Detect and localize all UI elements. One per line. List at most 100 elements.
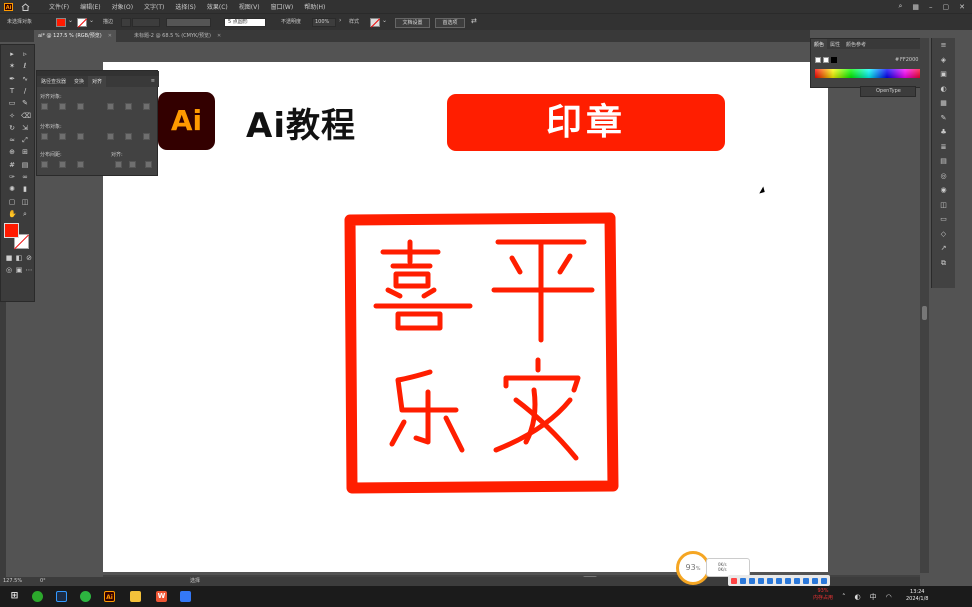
language-icon[interactable]: 中 <box>870 592 877 602</box>
tab-align[interactable]: 对齐 <box>88 76 107 87</box>
tab-properties[interactable]: 属性 <box>827 39 843 49</box>
layers-stack-icon[interactable]: ◇ <box>939 230 948 238</box>
brush-definition[interactable]: 5 点圆形 <box>224 18 266 27</box>
app-icon-ps[interactable] <box>56 591 67 602</box>
minimize-button[interactable]: – <box>929 3 933 11</box>
distribute-button-icon[interactable] <box>107 133 114 140</box>
width-tool-icon[interactable]: ≈ <box>8 137 16 144</box>
distribute-button-icon[interactable] <box>59 133 66 140</box>
menu-item[interactable]: 文件(F) <box>49 2 69 11</box>
slice-tool-icon[interactable]: ◫ <box>21 198 29 206</box>
file-explorer-icon[interactable] <box>130 591 141 602</box>
spacing-button-icon[interactable] <box>115 161 122 168</box>
line-tool-icon[interactable]: / <box>21 87 29 95</box>
vertical-scrollbar[interactable] <box>920 38 929 573</box>
close-tab-icon[interactable]: ✕ <box>217 33 221 39</box>
pen-tool-icon[interactable]: ✒ <box>8 75 16 83</box>
close-tab-icon[interactable]: ✕ <box>108 33 112 39</box>
fill-swatch[interactable] <box>56 18 66 27</box>
gradient-tool-icon[interactable]: ▤ <box>21 161 29 169</box>
graphic-styles-icon[interactable]: ◫ <box>939 201 948 209</box>
export-icon[interactable]: ↗ <box>939 245 948 252</box>
lasso-icon[interactable]: ℓ <box>21 63 29 70</box>
menu-item[interactable]: 帮助(H) <box>304 2 325 11</box>
color-mode-icon[interactable]: ■ <box>5 255 13 262</box>
spacing-button-icon[interactable] <box>77 161 84 168</box>
stroke-icon[interactable]: ≣ <box>939 143 948 151</box>
menu-item[interactable]: 视图(V) <box>239 2 260 11</box>
symbols-icon[interactable]: ♣ <box>939 129 948 136</box>
spacing-button-icon[interactable] <box>59 161 66 168</box>
windows-start-icon[interactable]: ⊞ <box>9 591 20 602</box>
gradient-mode-icon[interactable]: ◧ <box>15 255 23 262</box>
color-spectrum[interactable] <box>815 69 923 78</box>
hex-value[interactable]: FF2000 <box>900 57 918 63</box>
transparency-icon[interactable]: ◎ <box>939 172 948 180</box>
tray-icon[interactable] <box>740 577 746 584</box>
menu-item[interactable]: 选择(S) <box>175 2 196 11</box>
document-setup-button[interactable]: 文档设置 <box>395 18 430 28</box>
clock[interactable]: 13:24 2024/1/8 <box>906 589 928 603</box>
tray-icon[interactable] <box>758 577 764 584</box>
tray-icon[interactable] <box>785 577 791 584</box>
align-button-icon[interactable] <box>107 103 114 110</box>
hand-tool-icon[interactable]: ✋ <box>8 210 17 218</box>
tab-transform[interactable]: 变换 <box>70 76 88 87</box>
tray-icon[interactable] <box>776 577 782 584</box>
spacing-button-icon[interactable] <box>145 161 152 168</box>
symbol-sprayer-icon[interactable]: ✺ <box>8 186 16 193</box>
tab-pathfinder[interactable]: 路径查找器 <box>37 76 70 87</box>
brushes-icon[interactable]: ✎ <box>939 114 948 122</box>
artboard-tool-icon[interactable]: ▢ <box>8 198 16 206</box>
rotation-value[interactable]: 0° <box>40 577 46 586</box>
mesh-tool-icon[interactable]: # <box>8 161 16 169</box>
fill-color-swatch[interactable] <box>4 223 19 238</box>
spacing-button-icon[interactable] <box>41 161 48 168</box>
eyedropper-icon[interactable]: ✑ <box>8 174 16 181</box>
workspace-icon[interactable]: ▦ <box>912 3 919 11</box>
speaker-icon[interactable]: ◐ <box>855 593 861 601</box>
scale-tool-icon[interactable]: ⇲ <box>21 124 29 132</box>
opacity-label[interactable]: 不透明度 <box>281 18 301 25</box>
align-button-icon[interactable] <box>125 103 132 110</box>
chevron-up-icon[interactable]: ˄ <box>842 593 846 601</box>
tray-icon[interactable] <box>812 577 818 584</box>
opacity-field[interactable]: 100% <box>312 18 336 27</box>
align-button-icon[interactable] <box>41 103 48 110</box>
tray-icon[interactable] <box>767 577 773 584</box>
maximize-button[interactable]: ▢ <box>943 3 950 11</box>
more-tools-icon[interactable]: ⋯ <box>25 267 33 274</box>
variable-width-profile[interactable] <box>166 18 211 27</box>
swatches-icon[interactable]: ▦ <box>939 100 948 107</box>
stroke-swatch[interactable] <box>77 18 87 27</box>
column-graph-icon[interactable]: ▮ <box>21 186 29 193</box>
scroll-thumb[interactable] <box>922 306 927 320</box>
seal-artwork[interactable] <box>338 210 625 495</box>
menu-item[interactable]: 对象(O) <box>112 2 133 11</box>
tab-color[interactable]: 颜色 <box>811 39 828 49</box>
shape-builder-icon[interactable]: ⊕ <box>8 149 16 156</box>
screen-mode-icon[interactable]: ▣ <box>15 267 23 274</box>
chevron-down-icon[interactable]: ⌄ <box>382 17 387 24</box>
tray-icon[interactable] <box>803 577 809 584</box>
panel-menu-icon[interactable]: ≡ <box>147 76 159 87</box>
gradient-icon[interactable]: ▤ <box>939 158 948 165</box>
align-button-icon[interactable] <box>143 103 150 110</box>
none-swatch[interactable] <box>815 57 821 63</box>
draw-mode-icon[interactable]: ◎ <box>5 267 13 274</box>
arrange-icon[interactable]: ⇄ <box>471 17 477 25</box>
tab-document-2[interactable]: 未标题-2 @ 68.5 % (CMYK/预览) ✕ <box>130 30 225 42</box>
tab-document-1[interactable]: ai* @ 127.5 % (RGB/预览) ✕ <box>34 30 116 42</box>
stroke-weight-stepper[interactable] <box>121 18 131 27</box>
zoom-level[interactable]: 127.5% <box>3 577 22 586</box>
tray-icon[interactable] <box>794 577 800 584</box>
distribute-button-icon[interactable] <box>41 133 48 140</box>
rectangle-tool-icon[interactable]: ▭ <box>8 100 16 107</box>
shaper-tool-icon[interactable]: ✧ <box>8 112 16 120</box>
opentype-panel-button[interactable]: OpenType <box>860 86 916 97</box>
eraser-icon[interactable]: ⌫ <box>21 112 31 120</box>
appearance-icon[interactable]: ◉ <box>939 187 948 194</box>
menu-item[interactable]: 文字(T) <box>144 2 164 11</box>
chevron-down-icon[interactable]: ⌄ <box>89 17 94 24</box>
rotate-tool-icon[interactable]: ↻ <box>8 124 16 132</box>
